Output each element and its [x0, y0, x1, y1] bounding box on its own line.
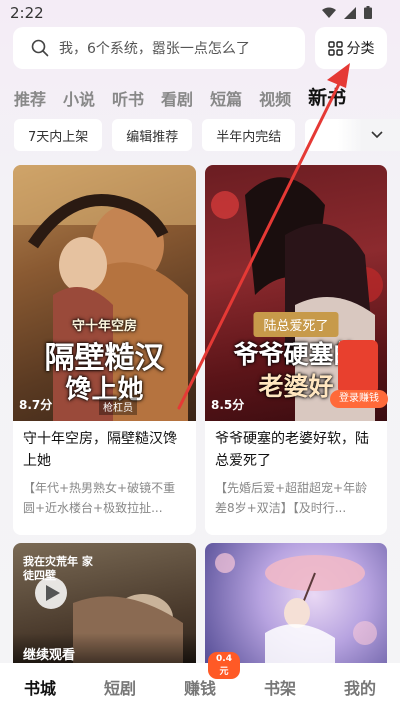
book-cover[interactable]: 我在灾荒年 家徒四壁 继续观看 — [13, 543, 196, 673]
signal-icon — [344, 6, 356, 19]
category-button[interactable]: 分类 — [315, 27, 387, 69]
book-card[interactable]: 守十年空房 隔壁糙汉 馋上她 8.7分 枪杠员 守十年空房，隔壁糙汉馋上她 【年… — [13, 165, 196, 535]
chevron-down-icon[interactable] — [368, 125, 386, 143]
rating-badge: 8.5分 — [211, 398, 245, 412]
filter-chip[interactable]: 半年内完结 — [202, 119, 296, 151]
nav-short-drama[interactable]: 短剧 — [80, 675, 160, 699]
tab-video[interactable]: 视频 — [259, 86, 291, 110]
tab-recommend[interactable]: 推荐 — [14, 86, 46, 110]
cover-banner: 陆总爱死了 — [253, 312, 339, 337]
filter-chips: 7天内上架 编辑推荐 半年内完结 — [14, 119, 366, 151]
channel-tabs: 推荐 小说 听书 看剧 短篇 视频 新书 — [14, 82, 363, 110]
search-input[interactable]: 我，6个系统，嚣张一点怎么了 — [59, 38, 250, 58]
tab-novel[interactable]: 小说 — [63, 86, 95, 110]
rating-badge: 8.7分 — [19, 398, 53, 412]
tab-short-story[interactable]: 短篇 — [210, 86, 242, 110]
wifi-icon — [322, 7, 336, 18]
nav-earn[interactable]: 赚钱 0.4元 — [160, 652, 240, 699]
cover-text: 我在灾荒年 家徒四壁 — [23, 555, 93, 582]
battery-icon — [364, 6, 372, 19]
status-bar: 2:22 — [0, 0, 400, 26]
nav-bookshelf[interactable]: 书架 — [240, 675, 320, 699]
book-title[interactable]: 守十年空房，隔壁糙汉馋上她 — [13, 421, 196, 474]
status-time: 2:22 — [10, 4, 44, 22]
nav-profile[interactable]: 我的 — [320, 675, 400, 699]
grid-icon — [327, 40, 343, 56]
earn-badge: 0.4元 — [208, 652, 240, 679]
tab-new-books[interactable]: 新书 — [308, 83, 346, 110]
category-label: 分类 — [346, 41, 375, 57]
nav-bookstore[interactable]: 书城 — [0, 675, 80, 699]
book-card[interactable]: 我在灾荒年 家徒四壁 继续观看 — [13, 543, 196, 673]
bottom-nav: 书城 短剧 赚钱 0.4元 书架 我的 — [0, 652, 400, 711]
filter-chip[interactable]: 7天内上架 — [14, 119, 103, 151]
filter-chip[interactable]: 编辑推荐 — [112, 119, 193, 151]
search-bar[interactable]: 我，6个系统，嚣张一点怎么了 — [13, 27, 305, 69]
cover-author: 枪杠员 — [99, 398, 137, 415]
reward-label: 登录赚钱 — [330, 390, 388, 408]
cover-title: 守十年空房 — [71, 319, 137, 334]
reward-float-button[interactable]: 登录赚钱 — [330, 340, 388, 414]
nav-earn-label: 赚钱 — [183, 679, 216, 698]
book-title[interactable]: 爷爷硬塞的老婆好软，陆总爱死了 — [205, 421, 387, 474]
book-tags: 【先婚后爱+超甜超宠+年龄差8岁+双洁】【及时行... — [215, 481, 368, 515]
book-tags: 【年代+热男熟女+破镜不重圆+近水楼台+极致拉扯... — [23, 481, 176, 515]
continue-watching-label[interactable]: 继续观看 — [23, 644, 75, 663]
search-icon — [31, 39, 49, 57]
tab-audiobook[interactable]: 听书 — [112, 86, 144, 110]
tab-drama[interactable]: 看剧 — [161, 86, 193, 110]
red-envelope-icon — [338, 340, 378, 394]
book-cover[interactable]: 守十年空房 隔壁糙汉 馋上她 8.7分 枪杠员 — [13, 165, 196, 421]
